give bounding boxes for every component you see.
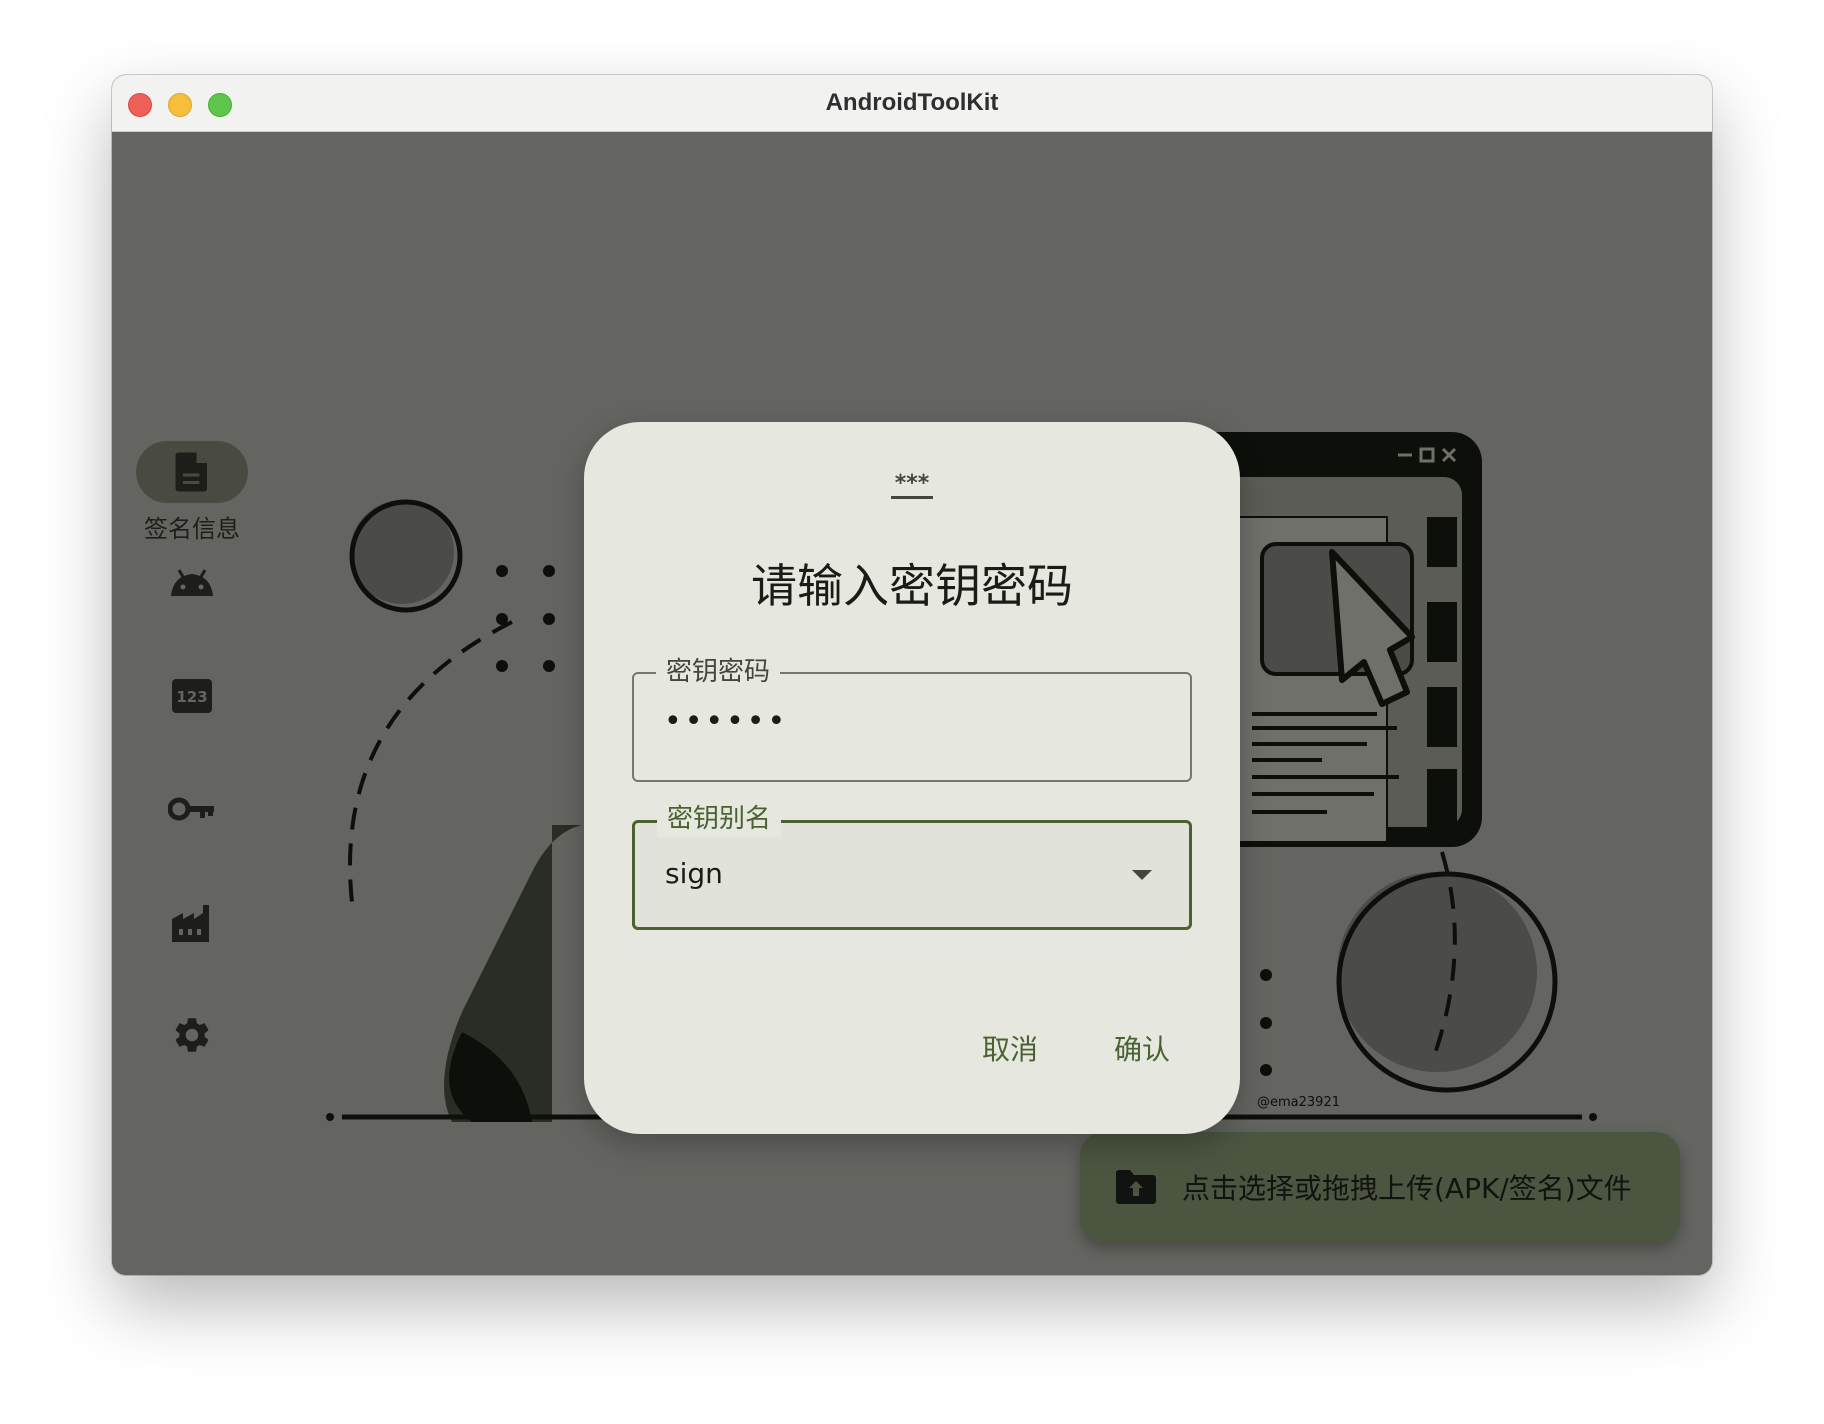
- key-alias-select[interactable]: 密钥别名 sign: [632, 801, 1192, 930]
- illustration-credit: @ema23921: [1257, 1095, 1340, 1110]
- cancel-button[interactable]: 取消: [972, 1022, 1048, 1074]
- sidebar-item-android[interactable]: [136, 552, 248, 614]
- gear-icon: [175, 1018, 209, 1052]
- title-bar[interactable]: AndroidToolKit: [112, 75, 1712, 132]
- sidebar-item-factory[interactable]: [136, 891, 248, 953]
- app-window: AndroidToolKit @ema23921 签名信息 123 点击选择或拖…: [112, 75, 1712, 1275]
- sidebar-nav: 签名信息 123: [112, 132, 272, 1275]
- password-icon: ***: [584, 471, 1240, 506]
- chevron-down-icon[interactable]: [1131, 869, 1153, 881]
- key-alias-value: sign: [665, 857, 723, 890]
- sidebar-item-numbers[interactable]: 123: [136, 665, 248, 727]
- main-content: @ema23921 签名信息 123 点击选择或拖拽上传(APK/签名)文件 *…: [112, 132, 1712, 1275]
- factory-icon: [172, 905, 209, 942]
- password-dialog: *** 请输入密钥密码 密钥密码 •••••• 密钥别名 sign 取消 确认: [584, 422, 1240, 1134]
- sidebar-item-label: 签名信息: [144, 515, 240, 543]
- key-password-label: 密钥密码: [656, 654, 781, 690]
- window-title: AndroidToolKit: [825, 89, 999, 116]
- upload-file-button[interactable]: 点击选择或拖拽上传(APK/签名)文件: [1080, 1132, 1680, 1242]
- key-alias-label: 密钥别名: [657, 801, 782, 837]
- svg-text:123: 123: [176, 688, 207, 706]
- folder-upload-icon: [1114, 1169, 1158, 1205]
- svg-text:***: ***: [895, 472, 930, 496]
- key-icon: [168, 797, 214, 821]
- android-icon: [171, 569, 213, 596]
- dialog-title: 请输入密钥密码: [751, 559, 1073, 613]
- key-password-input[interactable]: ••••••: [664, 704, 788, 739]
- numeric-123-icon: 123: [172, 679, 212, 713]
- confirm-button[interactable]: 确认: [1104, 1022, 1180, 1074]
- sidebar-item-signature-info[interactable]: 签名信息: [136, 441, 248, 544]
- upload-file-label: 点击选择或拖拽上传(APK/签名)文件: [1182, 1172, 1632, 1205]
- key-password-field[interactable]: 密钥密码 ••••••: [632, 654, 1192, 782]
- file-document-icon: [175, 452, 207, 492]
- sidebar-item-key[interactable]: [136, 778, 248, 840]
- sidebar-item-settings[interactable]: [136, 1004, 248, 1066]
